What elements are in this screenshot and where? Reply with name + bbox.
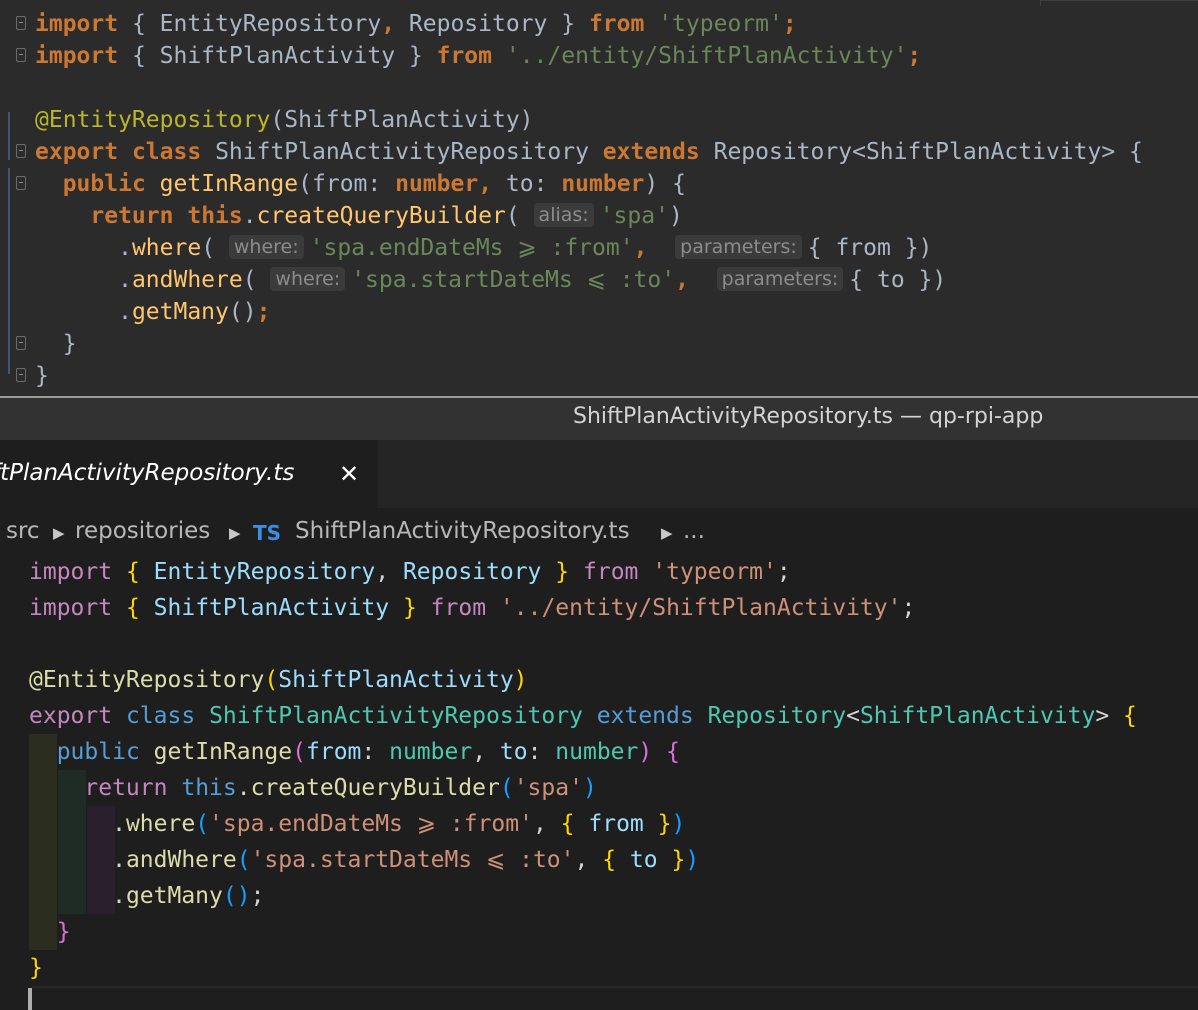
code-line[interactable]: @EntityRepository(ShiftPlanActivity) <box>29 662 528 698</box>
breadcrumb-item-src[interactable]: src <box>6 518 40 544</box>
fold-icon[interactable] <box>16 336 26 350</box>
code-line[interactable]: import { EntityRepository, Repository } … <box>35 8 797 40</box>
top-pane-header <box>0 0 1198 6</box>
code-line[interactable]: .getMany(); <box>29 878 264 914</box>
code-line[interactable]: .andWhere('spa.startDateMs ⩽ :to', { to … <box>29 842 699 878</box>
top-editor-pane[interactable]: import { EntityRepository, Repository } … <box>0 0 1198 396</box>
typescript-file-icon: TS <box>253 521 282 545</box>
breadcrumb: src ▶ repositories ▶ TS ShiftPlanActivit… <box>0 514 1198 554</box>
chevron-right-icon: ▶ <box>53 524 65 542</box>
code-line[interactable]: export class ShiftPlanActivityRepository… <box>35 136 1143 168</box>
parameter-hint: where: <box>228 235 304 259</box>
text-cursor <box>28 988 32 1010</box>
code-line[interactable]: export class ShiftPlanActivityRepository… <box>29 698 1137 734</box>
tab-shift-plan-activity-repository[interactable]: ftPlanActivityRepository.ts ✕ <box>0 440 378 508</box>
code-line[interactable]: import { ShiftPlanActivity } from '../en… <box>35 40 921 72</box>
code-line[interactable]: .andWhere( where:'spa.startDateMs ⩽ :to'… <box>35 264 946 296</box>
code-line[interactable]: return this.createQueryBuilder('spa') <box>29 770 596 806</box>
parameter-hint: parameters: <box>716 267 844 291</box>
code-line[interactable]: import { EntityRepository, Repository } … <box>29 554 791 590</box>
change-marker <box>8 112 10 160</box>
chevron-right-icon: ▶ <box>661 524 673 542</box>
tab-label: ftPlanActivityRepository.ts <box>0 460 295 486</box>
fold-icon[interactable] <box>16 16 26 30</box>
change-marker <box>8 168 10 374</box>
code-line[interactable]: import { ShiftPlanActivity } from '../en… <box>29 590 915 626</box>
window-title-bar[interactable]: ShiftPlanActivityRepository.ts — qp-rpi-… <box>0 396 1198 440</box>
code-line[interactable]: .where( where:'spa.endDateMs ⩾ :from', p… <box>35 232 932 264</box>
code-line[interactable]: public getInRange(from: number, to: numb… <box>29 734 680 770</box>
code-line[interactable]: @EntityRepository(ShiftPlanActivity) <box>35 104 534 136</box>
code-line[interactable]: .getMany(); <box>35 296 270 328</box>
parameter-hint: where: <box>270 267 346 291</box>
code-line[interactable]: } <box>35 360 49 392</box>
editor-tab-strip: ftPlanActivityRepository.ts ✕ <box>0 440 1198 508</box>
code-line[interactable]: } <box>29 950 43 986</box>
code-line[interactable]: } <box>35 328 77 360</box>
fold-icon[interactable] <box>16 144 26 158</box>
breadcrumb-item-repositories[interactable]: repositories <box>75 518 210 544</box>
code-line[interactable]: public getInRange(from: number, to: numb… <box>35 168 686 200</box>
code-line[interactable]: .where('spa.endDateMs ⩾ :from', { from }… <box>29 806 685 842</box>
breadcrumb-item-file[interactable]: ShiftPlanActivityRepository.ts <box>295 518 630 544</box>
chevron-right-icon: ▶ <box>229 524 241 542</box>
parameter-hint: parameters: <box>675 235 802 259</box>
code-line[interactable]: } <box>29 914 71 950</box>
fold-icon[interactable] <box>16 48 26 62</box>
window-title: ShiftPlanActivityRepository.ts — qp-rpi-… <box>573 404 1044 429</box>
parameter-hint: alias: <box>533 203 594 227</box>
code-line[interactable]: return this.createQueryBuilder( alias:'s… <box>35 200 683 232</box>
fold-icon[interactable] <box>16 368 26 382</box>
fold-icon[interactable] <box>16 176 26 190</box>
close-icon[interactable]: ✕ <box>339 460 359 488</box>
breadcrumb-item-more[interactable]: ... <box>683 518 705 544</box>
current-line-highlight <box>32 986 1198 988</box>
